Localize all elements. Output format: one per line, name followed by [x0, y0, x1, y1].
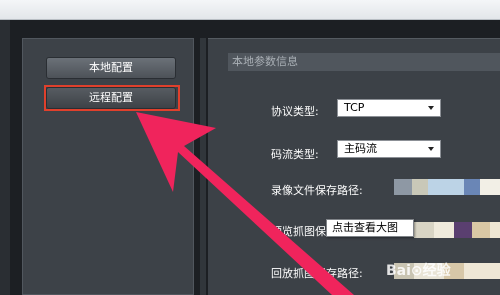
remote-config-button[interactable]: 远程配置 — [46, 87, 176, 109]
local-config-button[interactable]: 本地配置 — [46, 57, 176, 79]
panel-divider — [200, 38, 206, 295]
record-path-thumbnail-strip — [394, 179, 500, 195]
config-sidebar: 本地配置 远程配置 — [22, 38, 194, 295]
record-path-label: 录像文件保存路径: — [271, 184, 363, 197]
window-titlebar — [0, 0, 500, 20]
stream-select[interactable]: 主码流 — [337, 140, 441, 158]
stream-value: 主码流 — [344, 142, 377, 155]
view-large-image-tooltip[interactable]: 点击查看大图 — [326, 219, 414, 237]
playback-path-label: 回放抓图保存路径: — [271, 267, 363, 280]
preview-path-label: 预览抓图保 — [271, 225, 326, 238]
baidu-watermark-logo: Bai⊙经验 — [386, 263, 451, 279]
protocol-select[interactable]: TCP — [337, 99, 441, 117]
section-title: 本地参数信息 — [228, 53, 500, 71]
local-params-panel: 本地参数信息 协议类型: TCP 码流类型: 主码流 录像文件保存路径: 预览抓… — [208, 38, 500, 295]
stream-label: 码流类型: — [271, 148, 319, 161]
chevron-down-icon — [428, 147, 434, 151]
left-edge-strip — [0, 20, 10, 295]
chevron-down-icon — [428, 106, 434, 110]
protocol-value: TCP — [344, 101, 365, 114]
protocol-label: 协议类型: — [271, 105, 319, 118]
preview-path-thumbnail-strip — [414, 222, 500, 238]
